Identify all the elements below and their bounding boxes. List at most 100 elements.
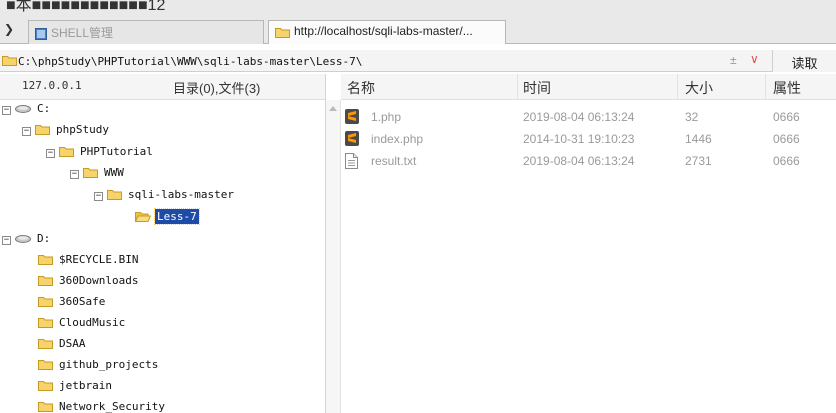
tree-node-phpstudy[interactable]: − phpStudy — [22, 123, 111, 143]
file-time: 2019-08-04 06:13:24 — [523, 154, 635, 168]
column-divider[interactable] — [765, 74, 766, 100]
tree-node-dsaa[interactable]: DSAA — [38, 337, 88, 357]
folder-icon — [2, 54, 17, 69]
folder-icon — [59, 145, 74, 160]
tab-localhost-url[interactable]: http://localhost/sqli-labs-master/... — [268, 20, 506, 44]
folder-icon — [275, 26, 290, 41]
tree-node-label: Less-7 — [154, 208, 200, 225]
tree-node-label: Network_Security — [59, 400, 165, 413]
path-input[interactable] — [18, 52, 718, 70]
text-file-icon — [345, 153, 358, 172]
tree-header: 127.0.0.1 目录(0),文件(3) — [0, 74, 325, 100]
tree-node-label: github_projects — [59, 358, 159, 371]
tree-node-label: 360Safe — [59, 295, 106, 308]
folder-icon — [38, 316, 53, 331]
column-divider[interactable] — [677, 74, 678, 100]
column-header-time[interactable]: 时间 — [523, 78, 551, 98]
file-size: 1446 — [685, 132, 712, 146]
collapse-toggle[interactable]: − — [94, 192, 103, 201]
folder-icon — [38, 358, 53, 373]
folder-icon — [38, 379, 53, 394]
tree-node-less-7[interactable]: Less-7 — [134, 208, 200, 230]
tree-node-label: CloudMusic — [59, 316, 126, 329]
folder-icon — [38, 295, 53, 310]
folder-icon — [38, 337, 53, 352]
column-header-name[interactable]: 名称 — [347, 78, 375, 98]
column-header-size[interactable]: 大小 — [685, 78, 713, 98]
dir-file-count: 目录(0),文件(3) — [173, 81, 261, 96]
file-attr: 0666 — [773, 132, 800, 146]
window-title-bar: ■本■■■■■■■■■■■■12 — [0, 0, 836, 17]
tree-node-drive-d[interactable]: − D: — [2, 232, 52, 252]
chevron-down-icon[interactable]: ❯ — [4, 22, 14, 36]
sublime-icon — [345, 109, 359, 127]
file-attr: 0666 — [773, 110, 800, 124]
path-bar: ± ∨ 读取 — [0, 50, 836, 72]
tree-node-label: WWW — [104, 166, 124, 179]
tree-node-label: DSAA — [59, 337, 86, 350]
collapse-toggle[interactable]: − — [2, 236, 11, 245]
scroll-up-arrow-icon[interactable] — [329, 106, 337, 111]
tab-shell-manager[interactable]: SHELL管理 — [28, 20, 264, 44]
folder-icon — [35, 123, 50, 138]
host-ip: 127.0.0.1 — [22, 79, 82, 92]
tree-node-label: sqli-labs-master — [128, 188, 234, 201]
tree-node-360downloads[interactable]: 360Downloads — [38, 274, 140, 294]
tab-label: http://localhost/sqli-labs-master/... — [294, 24, 473, 38]
dropdown-chevron-icon[interactable]: ∨ — [750, 52, 759, 66]
tree-node-network-security[interactable]: Network_Security — [38, 400, 167, 413]
tree-node-label: PHPTutorial — [80, 145, 153, 158]
tree-node-label: $RECYCLE.BIN — [59, 253, 139, 266]
tree-node-label: C: — [37, 102, 51, 115]
tree-node-drive-c[interactable]: − C: — [2, 102, 52, 122]
tab-bar: ❯ SHELL管理 http://localhost/sqli-labs-mas… — [0, 17, 836, 44]
drive-icon — [15, 104, 31, 117]
folder-icon — [38, 274, 53, 289]
file-list-pane: 名称 时间 大小 属性 1.php 2019-08-04 06:13:24 32… — [341, 74, 836, 413]
tree-node-cloudmusic[interactable]: CloudMusic — [38, 316, 127, 336]
collapse-toggle[interactable]: − — [22, 127, 31, 136]
tree-node-recycle-bin[interactable]: $RECYCLE.BIN — [38, 253, 140, 273]
tab-label: SHELL管理 — [51, 26, 114, 40]
tree-node-sqli-labs-master[interactable]: − sqli-labs-master — [94, 188, 236, 208]
file-time: 2014-10-31 19:10:23 — [523, 132, 635, 146]
tree-node-label: jetbrain — [59, 379, 112, 392]
collapse-toggle[interactable]: − — [46, 149, 55, 158]
tree-node-label: phpStudy — [56, 123, 109, 136]
file-row[interactable]: index.php 2014-10-31 19:10:23 1446 0666 — [341, 128, 836, 150]
column-header-attr[interactable]: 属性 — [773, 78, 801, 98]
shell-icon — [35, 28, 47, 43]
read-button[interactable]: 读取 — [772, 50, 836, 72]
folder-icon — [83, 166, 98, 181]
tree-node-label: 360Downloads — [59, 274, 139, 287]
tree-node-360safe[interactable]: 360Safe — [38, 295, 107, 315]
tree-node-github-projects[interactable]: github_projects — [38, 358, 160, 378]
window-title: ■本■■■■■■■■■■■■12 — [6, 0, 166, 14]
folder-icon — [38, 400, 53, 413]
folder-icon — [38, 253, 53, 268]
drive-icon — [15, 234, 31, 247]
vertical-scrollbar[interactable] — [326, 100, 341, 413]
file-size: 32 — [685, 110, 699, 124]
collapse-toggle[interactable]: − — [2, 106, 11, 115]
plus-minus-icon[interactable]: ± — [730, 53, 737, 67]
column-divider[interactable] — [517, 74, 518, 100]
file-size: 2731 — [685, 154, 712, 168]
tree-node-label: D: — [37, 232, 51, 245]
file-time: 2019-08-04 06:13:24 — [523, 110, 635, 124]
folder-icon — [107, 188, 122, 203]
folder-open-icon — [134, 210, 152, 225]
file-name: result.txt — [371, 154, 417, 168]
file-row[interactable]: result.txt 2019-08-04 06:13:24 2731 0666 — [341, 150, 836, 172]
file-list-header: 名称 时间 大小 属性 — [341, 74, 836, 100]
file-name: index.php — [371, 132, 424, 146]
file-name: 1.php — [371, 110, 402, 124]
collapse-toggle[interactable]: − — [70, 170, 79, 179]
tree-node-jetbrain[interactable]: jetbrain — [38, 379, 114, 399]
tree-node-phptutorial[interactable]: − PHPTutorial — [46, 145, 155, 165]
directory-tree-pane: 127.0.0.1 目录(0),文件(3) − C: − phpStudy − PHP… — [0, 74, 326, 413]
sublime-icon — [345, 131, 359, 149]
tree-node-www[interactable]: − WWW — [70, 166, 126, 186]
file-row[interactable]: 1.php 2019-08-04 06:13:24 32 0666 — [341, 106, 836, 128]
file-attr: 0666 — [773, 154, 800, 168]
